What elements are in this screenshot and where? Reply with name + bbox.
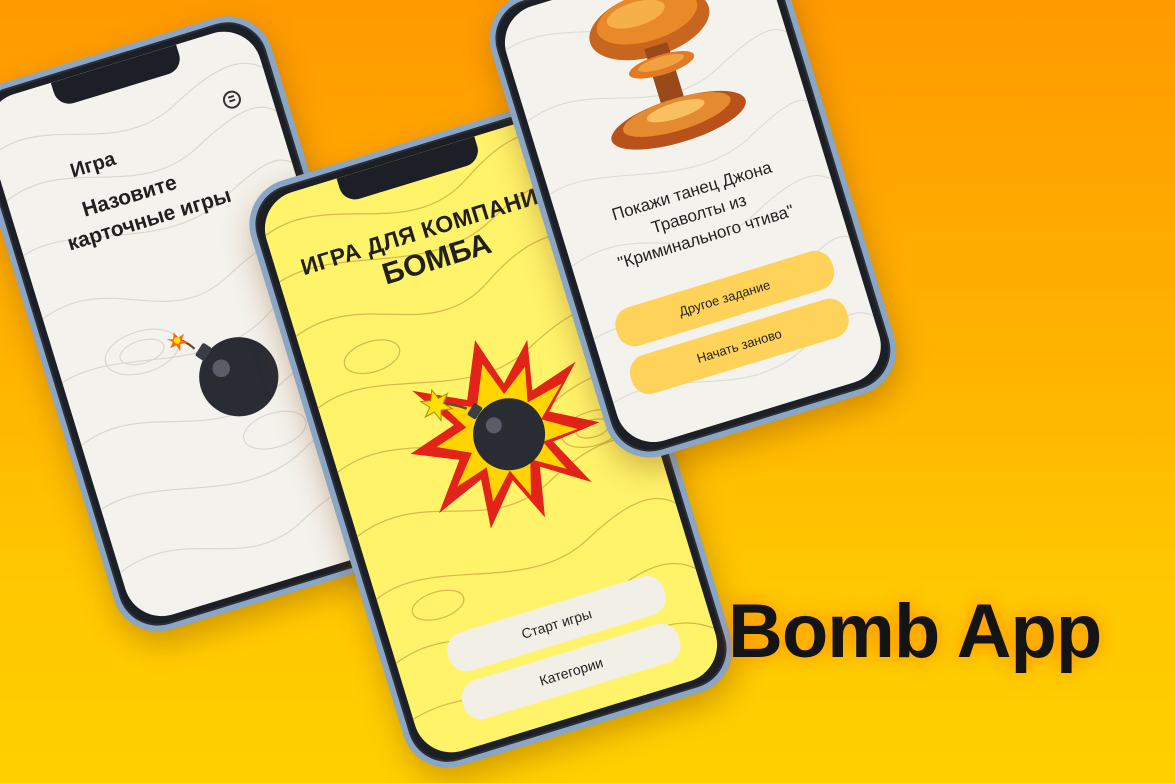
brand-title: Bomb App (728, 589, 1102, 674)
